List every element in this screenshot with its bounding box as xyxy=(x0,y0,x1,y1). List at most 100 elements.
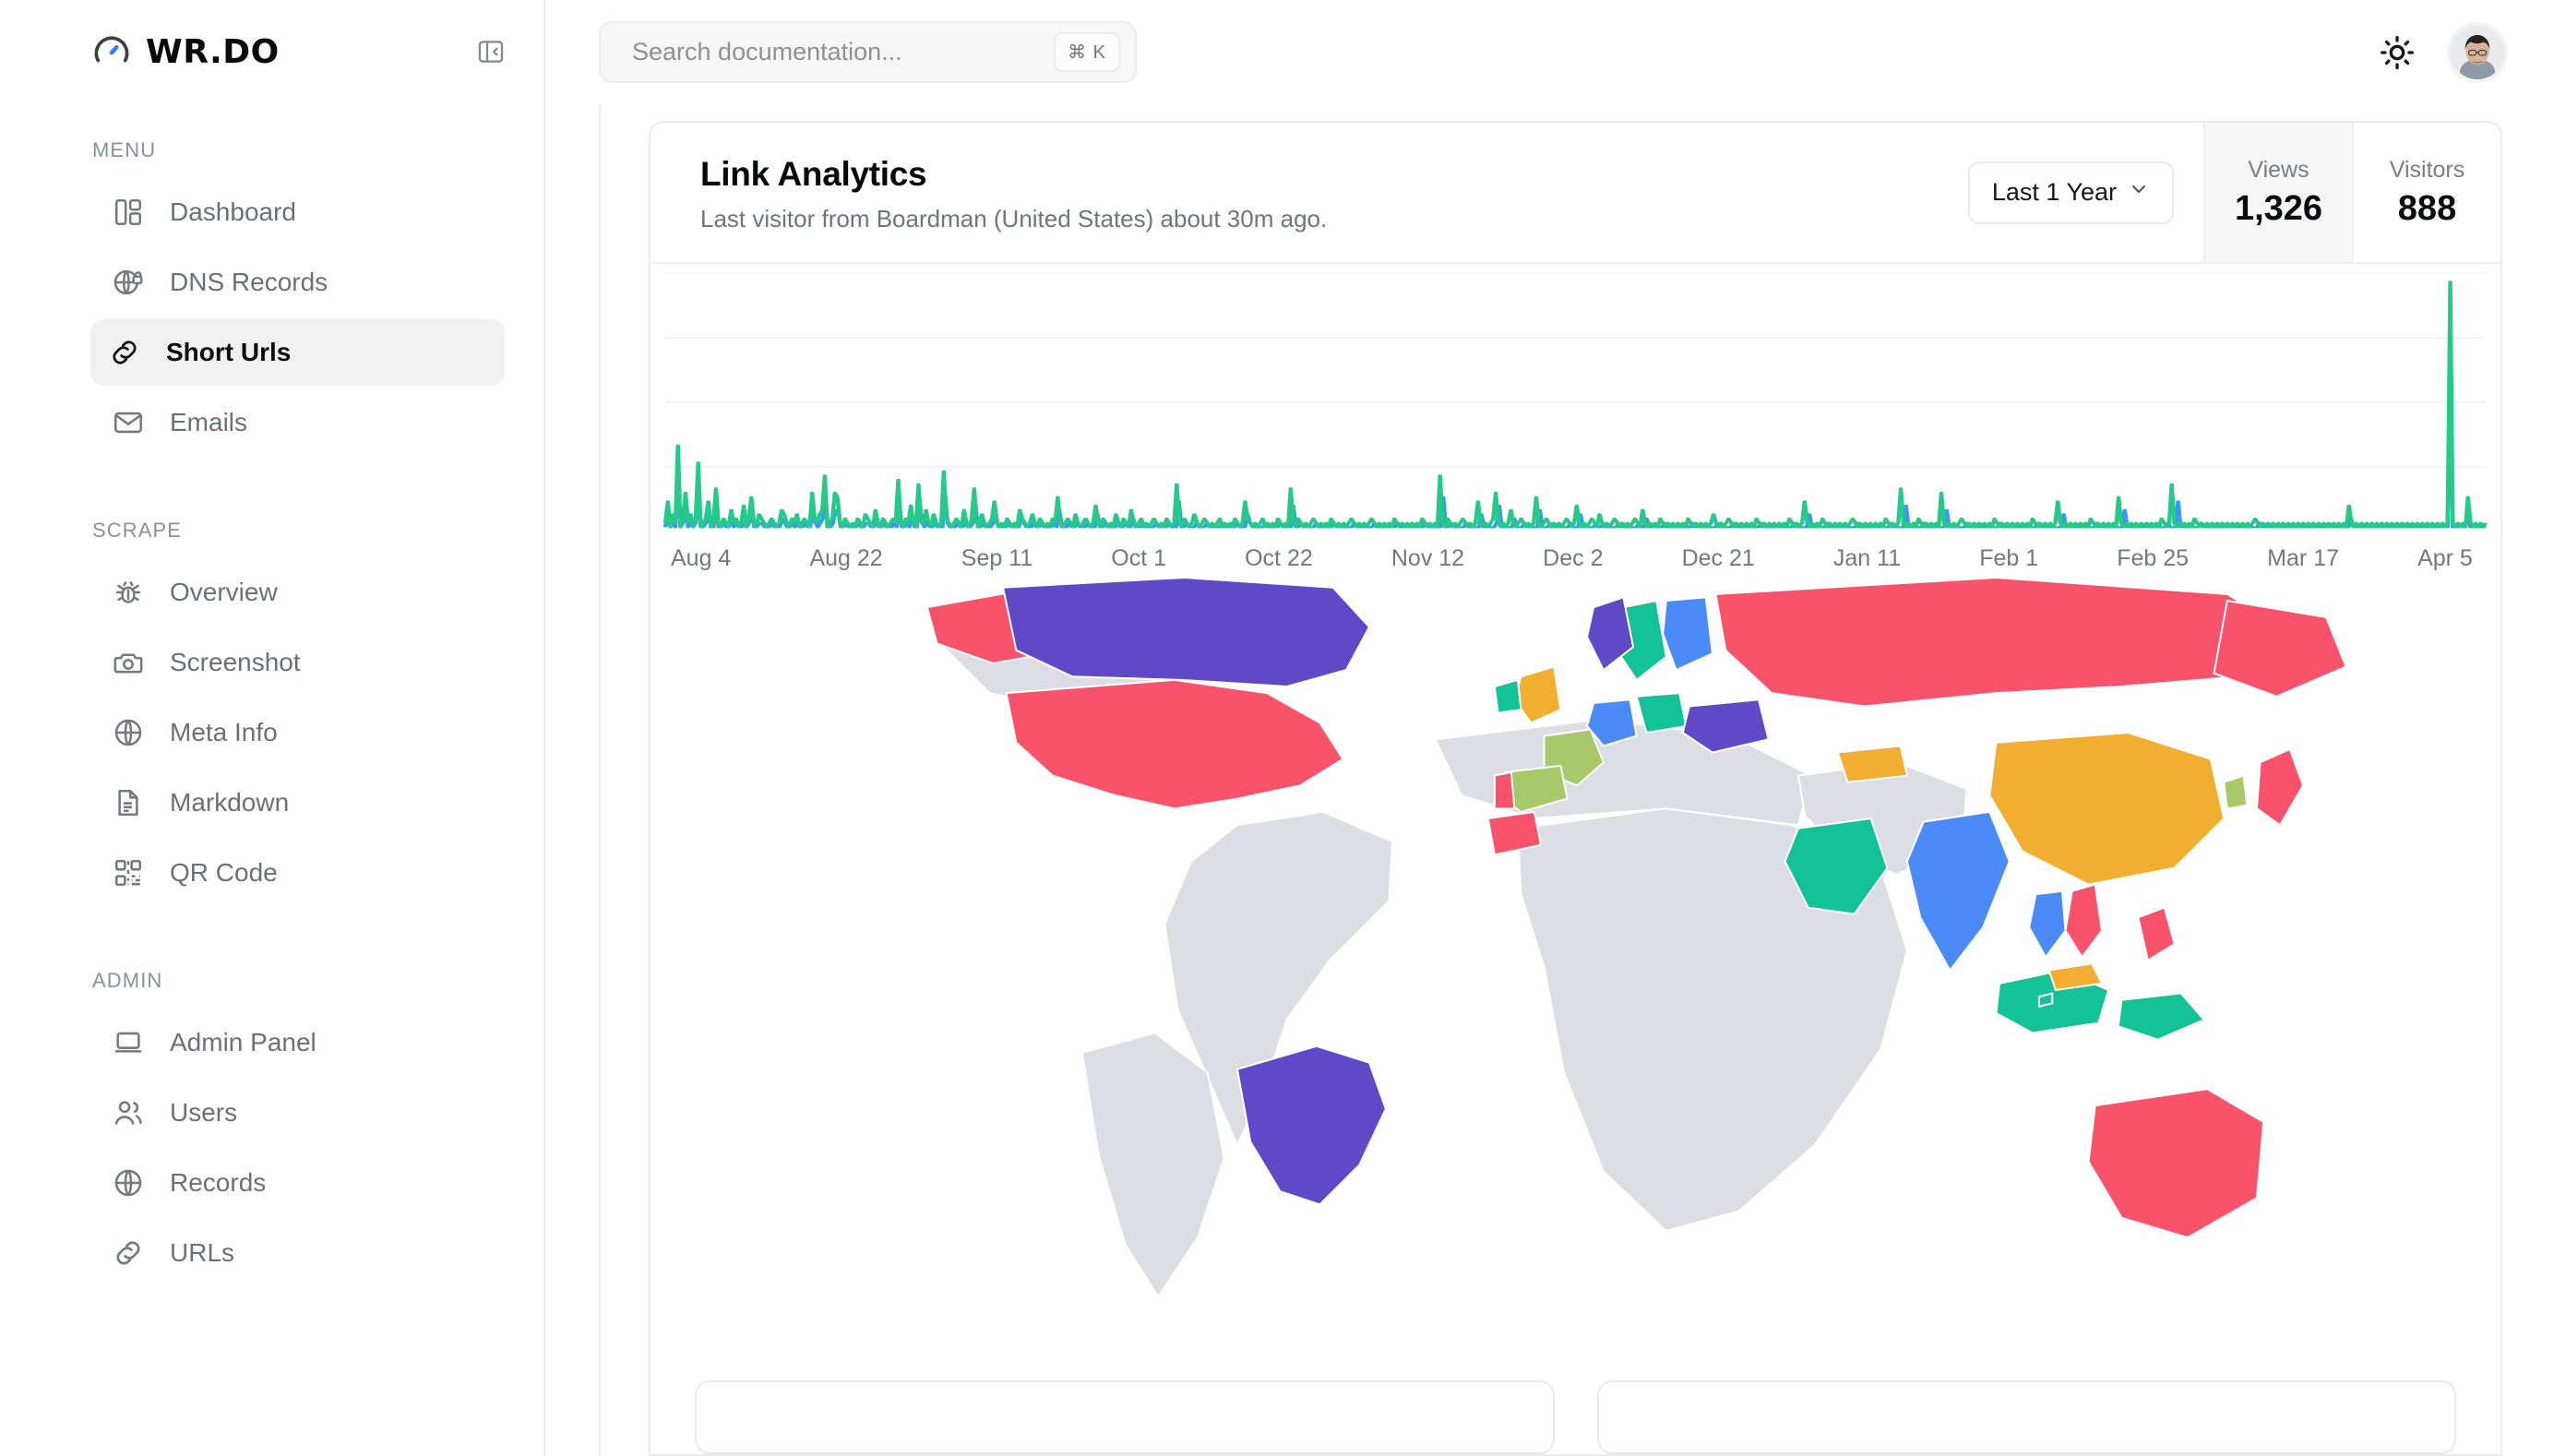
map-region-finland xyxy=(1663,597,1713,670)
users-icon xyxy=(111,1095,146,1130)
content-pane: Link Analytics Last visitor from Boardma… xyxy=(599,104,2554,1456)
map-region-philippines xyxy=(2138,907,2174,960)
map-region-ireland xyxy=(1495,679,1522,712)
sidebar-item-screenshot[interactable]: Screenshot xyxy=(94,629,501,696)
map-region-united-kingdom xyxy=(1514,666,1560,722)
map-region-singapore xyxy=(2039,993,2052,1006)
globe-icon xyxy=(111,1165,146,1200)
sidebar-item-label: QR Code xyxy=(170,858,278,888)
link-icon xyxy=(107,335,142,370)
lower-card-row xyxy=(650,1353,2500,1454)
card-header-controls: Last 1 Year Views 1,326 Visitors 888 xyxy=(1968,123,2500,262)
topbar: Search documentation... ⌘ K xyxy=(545,0,2554,104)
analytics-line-chart[interactable] xyxy=(650,264,2500,541)
sidebar-item-qr-code[interactable]: QR Code xyxy=(94,840,501,906)
panel-collapse-icon[interactable] xyxy=(475,36,507,67)
sidebar-item-label: Records xyxy=(170,1168,266,1198)
map-region-poland xyxy=(1637,693,1687,733)
brand-name: WR.DO xyxy=(146,33,280,71)
map-region-brazil xyxy=(1237,1045,1386,1204)
brand-header: WR.DO xyxy=(0,0,543,103)
map-region-canada xyxy=(1003,578,1369,686)
chevron-down-icon xyxy=(2128,178,2150,207)
sidebar-item-short-urls[interactable]: Short Urls xyxy=(90,319,505,386)
sidebar-item-meta-info[interactable]: Meta Info xyxy=(94,699,501,766)
stat-views[interactable]: Views 1,326 xyxy=(2203,123,2352,262)
map-region-united-states xyxy=(1007,679,1343,807)
panel-right[interactable] xyxy=(1597,1380,2457,1454)
sidebar-item-dashboard[interactable]: Dashboard xyxy=(94,179,501,245)
sidebar-item-label: Admin Panel xyxy=(170,1028,316,1057)
avatar[interactable] xyxy=(2451,26,2504,79)
visitor-world-map[interactable] xyxy=(650,578,2500,1353)
sidebar: WR.DO MENU Dashboard xyxy=(0,0,545,1456)
chart-x-axis: Aug 4Aug 22Sep 11Oct 1Oct 22Nov 12Dec 2D… xyxy=(650,541,2500,578)
qr-code-icon xyxy=(111,855,146,890)
laptop-icon xyxy=(111,1025,146,1060)
stat-value: 888 xyxy=(2398,189,2456,229)
x-tick-label: Dec 21 xyxy=(1682,545,1755,572)
link-analytics-card: Link Analytics Last visitor from Boardma… xyxy=(649,121,2502,1456)
map-region-india xyxy=(1907,812,2010,971)
date-range-label: Last 1 Year xyxy=(1992,178,2117,207)
stat-label: Views xyxy=(2248,157,2309,184)
sidebar-section-label-scrape: SCRAPE xyxy=(0,519,543,543)
x-tick-label: Oct 1 xyxy=(1111,545,1166,572)
sidebar-item-records[interactable]: Records xyxy=(94,1150,501,1216)
map-region-indonesia xyxy=(2118,993,2204,1039)
sun-icon[interactable] xyxy=(2377,32,2417,73)
sidebar-item-users[interactable]: Users xyxy=(94,1080,501,1146)
file-text-icon xyxy=(111,785,146,820)
search-input[interactable]: Search documentation... ⌘ K xyxy=(599,21,1137,83)
x-tick-label: Dec 2 xyxy=(1543,545,1603,572)
sidebar-group-menu: MENU Dashboard DNS Records xyxy=(0,138,543,456)
x-tick-label: Aug 4 xyxy=(671,545,731,572)
map-region-russia xyxy=(1715,578,2293,706)
sidebar-item-label: Meta Info xyxy=(170,718,278,747)
sidebar-section-label-menu: MENU xyxy=(0,138,543,162)
x-tick-label: Feb 1 xyxy=(1979,545,2038,572)
sidebar-item-overview[interactable]: Overview xyxy=(94,559,501,626)
sidebar-item-admin-panel[interactable]: Admin Panel xyxy=(94,1009,501,1076)
chart-svg xyxy=(650,264,2500,541)
gauge-icon xyxy=(92,32,131,71)
map-region-south-korea xyxy=(2224,775,2247,808)
sidebar-item-label: DNS Records xyxy=(170,268,328,297)
sidebar-item-label: Screenshot xyxy=(170,648,301,677)
map-region-russia xyxy=(2214,601,2345,697)
sidebar-item-dns-records[interactable]: DNS Records xyxy=(94,249,501,316)
panel-left[interactable] xyxy=(695,1380,1555,1454)
x-tick-label: Aug 22 xyxy=(809,545,882,572)
page-title: Link Analytics xyxy=(700,155,1968,194)
map-region-thailand xyxy=(2029,890,2065,957)
sidebar-item-label: Dashboard xyxy=(170,197,296,227)
topbar-actions xyxy=(2377,26,2504,79)
stat-value: 1,326 xyxy=(2235,189,2322,229)
sidebar-item-emails[interactable]: Emails xyxy=(94,389,501,456)
globe-icon xyxy=(111,715,146,750)
map-region-japan xyxy=(2257,749,2303,825)
map-region-vietnam xyxy=(2066,884,2102,957)
sidebar-item-urls[interactable]: URLs xyxy=(94,1220,501,1286)
x-tick-label: Oct 22 xyxy=(1245,545,1313,572)
stat-visitors[interactable]: Visitors 888 xyxy=(2352,123,2500,262)
sidebar-item-label: Markdown xyxy=(170,788,289,818)
sidebar-section-label-admin: ADMIN xyxy=(0,969,543,993)
app-window: WR.DO MENU Dashboard xyxy=(0,0,2554,1456)
sidebar-group-admin: ADMIN Admin Panel Users xyxy=(0,969,543,1286)
stat-label: Visitors xyxy=(2390,157,2465,184)
x-tick-label: Sep 11 xyxy=(961,545,1032,572)
x-tick-label: Feb 25 xyxy=(2117,545,2189,572)
x-tick-label: Mar 17 xyxy=(2267,545,2339,572)
sidebar-item-label: URLs xyxy=(170,1238,234,1268)
sidebar-item-label: Short Urls xyxy=(166,338,291,367)
sidebar-item-markdown[interactable]: Markdown xyxy=(94,770,501,836)
x-tick-label: Jan 11 xyxy=(1833,545,1901,572)
search-placeholder: Search documentation... xyxy=(632,38,1054,66)
date-range-select[interactable]: Last 1 Year xyxy=(1968,161,2174,224)
layout-dashboard-icon xyxy=(111,195,146,230)
search-shortcut-badge: ⌘ K xyxy=(1054,32,1120,72)
camera-icon xyxy=(111,645,146,680)
last-visitor-status: Last visitor from Boardman (United State… xyxy=(700,205,1968,233)
sidebar-group-scrape: SCRAPE Overview Screenshot xyxy=(0,519,543,906)
